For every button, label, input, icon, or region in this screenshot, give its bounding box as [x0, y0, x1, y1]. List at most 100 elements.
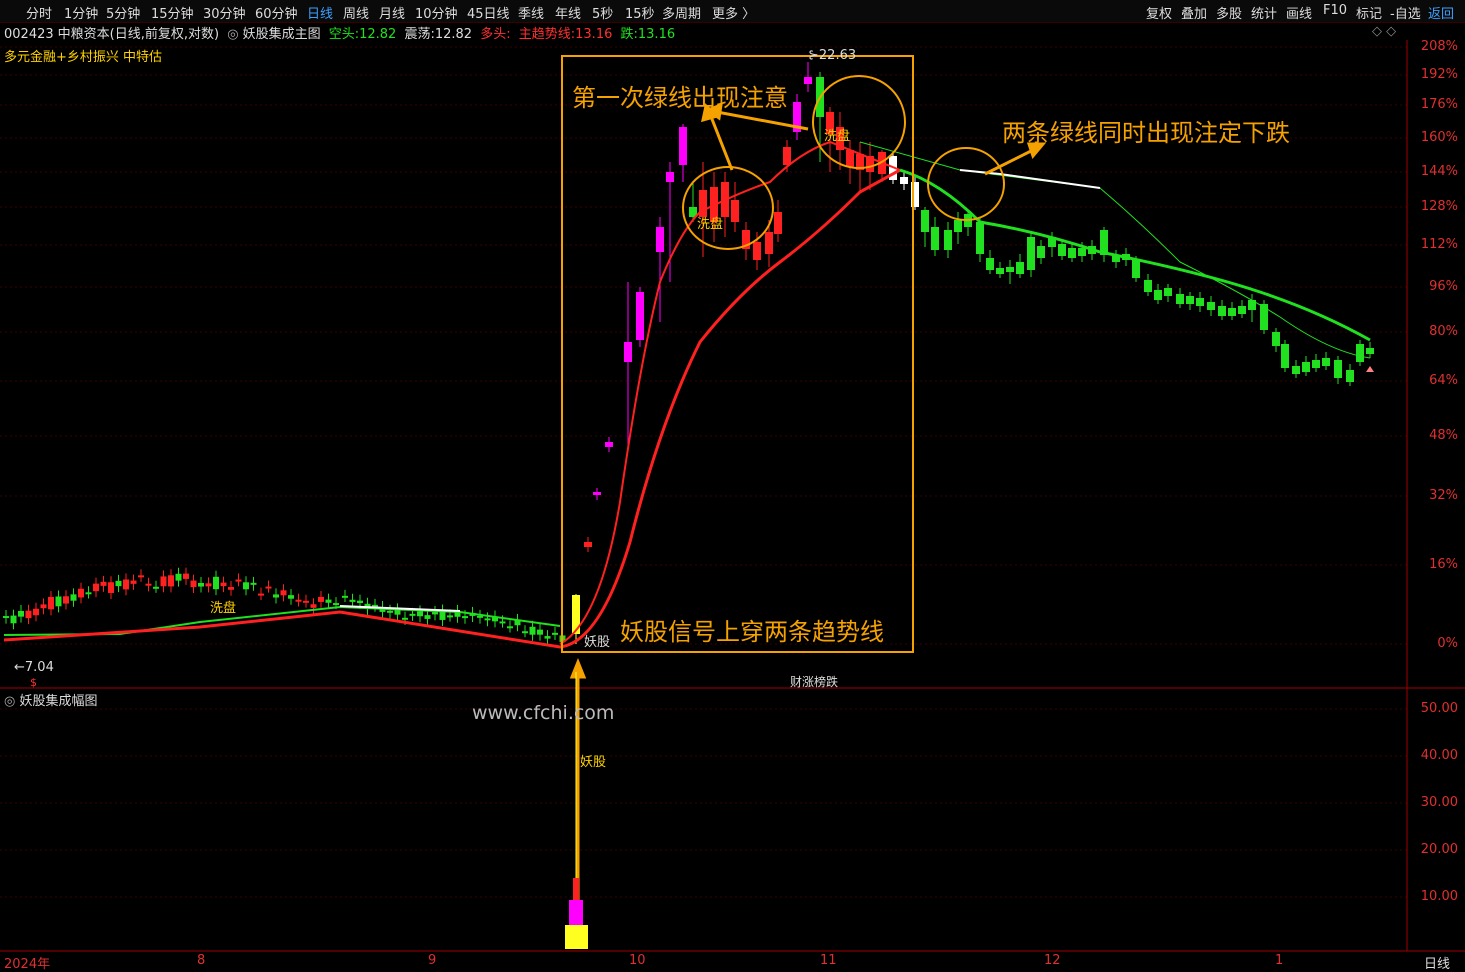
y-tick-label: 16%	[1429, 557, 1458, 572]
candle-body	[342, 595, 348, 598]
collapse-icon[interactable]: ◎	[4, 694, 15, 709]
candle-body	[432, 612, 438, 615]
candle-body	[153, 586, 159, 589]
toolbar-item-14[interactable]: 15秒	[625, 3, 655, 22]
candle-body	[228, 587, 234, 590]
candle-body	[499, 621, 506, 624]
candle-body	[417, 611, 423, 617]
trend-line-green-early	[3, 605, 561, 636]
toolbar-right-3[interactable]: 统计	[1251, 3, 1277, 22]
toolbar-item-10[interactable]: 45日线	[467, 3, 510, 22]
label-wash-3: 洗盘	[210, 601, 237, 616]
candle-body	[944, 230, 952, 250]
toolbar-item-0[interactable]: 分时	[26, 3, 52, 22]
label-low-price: ←7.04	[14, 660, 54, 675]
candle-body	[243, 582, 249, 590]
candle-body	[605, 442, 613, 447]
toolbar-item-2[interactable]: 5分钟	[106, 3, 140, 22]
y-tick-label: 48%	[1429, 428, 1458, 443]
candle-body	[477, 615, 483, 618]
toolbar-right-4[interactable]: 画线	[1286, 3, 1312, 22]
candle-body	[765, 232, 773, 254]
candle-body	[1068, 248, 1076, 258]
candle-body	[954, 220, 962, 232]
toolbar-item-7[interactable]: 周线	[343, 3, 369, 22]
candle-body	[48, 596, 54, 610]
candle-body	[220, 582, 227, 587]
toolbar-item-16[interactable]: 更多 〉	[712, 3, 755, 22]
candle-body	[85, 592, 92, 595]
candle-body	[996, 268, 1004, 274]
y-tick-label: 192%	[1420, 67, 1458, 82]
trend-line-white-late	[959, 169, 1101, 189]
candle-body	[529, 626, 536, 635]
candle-body	[424, 615, 431, 619]
candle-body	[666, 172, 674, 182]
toolbar-item-3[interactable]: 15分钟	[151, 3, 194, 22]
candle-body	[731, 200, 739, 222]
toolbar-item-15[interactable]: 多周期	[662, 3, 701, 22]
candle-body	[1164, 288, 1172, 296]
candle-body	[1027, 237, 1035, 270]
candle-body	[357, 600, 363, 604]
y-tick-label: 208%	[1420, 39, 1458, 54]
toolbar-right-6[interactable]: 标记	[1356, 3, 1382, 22]
candle-body	[1037, 246, 1045, 258]
watermark: www.cfchi.com	[472, 702, 615, 724]
candle-body	[1292, 366, 1300, 374]
subchart-title[interactable]: ◎ 妖股集成幅图	[4, 690, 98, 709]
candle-body	[100, 581, 107, 586]
candle-body	[976, 222, 984, 254]
kline-chart[interactable]: $	[0, 22, 1465, 971]
toolbar-item-11[interactable]: 季线	[518, 3, 544, 22]
label-high-price: ⊱22.63	[808, 48, 857, 63]
toolbar-item-12[interactable]: 年线	[555, 3, 581, 22]
candle-body	[1366, 348, 1374, 354]
period-toolbar: 分时 1分钟 5分钟 15分钟 30分钟 60分钟 日线 周线 月线 10分钟 45日线 季线 年线 5秒…	[0, 0, 1465, 23]
toolbar-item-6[interactable]: 日线	[307, 3, 333, 22]
toolbar-right-5[interactable]: F10	[1323, 3, 1347, 18]
candle-body	[310, 604, 317, 608]
toolbar-item-13[interactable]: 5秒	[592, 3, 613, 22]
candle-body	[168, 575, 174, 587]
x-tick-label: 10	[629, 953, 646, 968]
toolbar-item-9[interactable]: 10分钟	[415, 3, 458, 22]
candle-body	[593, 492, 601, 495]
toolbar-item-4[interactable]: 30分钟	[203, 3, 246, 22]
toolbar-item-5[interactable]: 60分钟	[255, 3, 298, 22]
candle-body	[484, 618, 491, 621]
dollar-marker: $	[30, 676, 37, 689]
label-caizhang: 财涨榜跌	[790, 675, 839, 689]
candle-body	[250, 582, 257, 585]
toolbar-right-8[interactable]: 返回	[1428, 3, 1454, 22]
candle-body	[1238, 306, 1246, 314]
candle-body	[846, 150, 854, 167]
toolbar-right-2[interactable]: 多股	[1216, 3, 1242, 22]
candle-body	[447, 615, 453, 618]
y-tick-label: 128%	[1420, 199, 1458, 214]
toolbar-right-0[interactable]: 复权	[1146, 3, 1172, 22]
candle-body	[1154, 290, 1162, 300]
candle-body	[265, 586, 272, 589]
candle-body	[333, 603, 339, 606]
candle-body	[1006, 267, 1014, 272]
candle-body	[1302, 362, 1310, 372]
toolbar-item-1[interactable]: 1分钟	[64, 3, 98, 22]
toolbar-right-1[interactable]: 叠加	[1181, 3, 1207, 22]
toolbar-item-8[interactable]: 月线	[379, 3, 405, 22]
anno-signal-cross: 妖股信号上穿两条趋势线	[620, 618, 884, 646]
candle-body	[325, 599, 332, 603]
candle-body	[1334, 360, 1342, 378]
sub-y-tick-label: 10.00	[1420, 889, 1458, 904]
candle-body	[1228, 308, 1236, 316]
candle-body	[402, 617, 408, 620]
candle-body	[636, 292, 644, 340]
candle-body	[10, 615, 17, 624]
candle-body	[183, 573, 189, 579]
candle-body	[1272, 332, 1280, 346]
toolbar-right-7[interactable]: -自选	[1390, 3, 1421, 22]
candle-body	[1260, 304, 1268, 330]
x-tick-label: 11	[820, 953, 837, 968]
candle-body	[1016, 262, 1024, 274]
period-label[interactable]: 日线	[1409, 953, 1465, 972]
